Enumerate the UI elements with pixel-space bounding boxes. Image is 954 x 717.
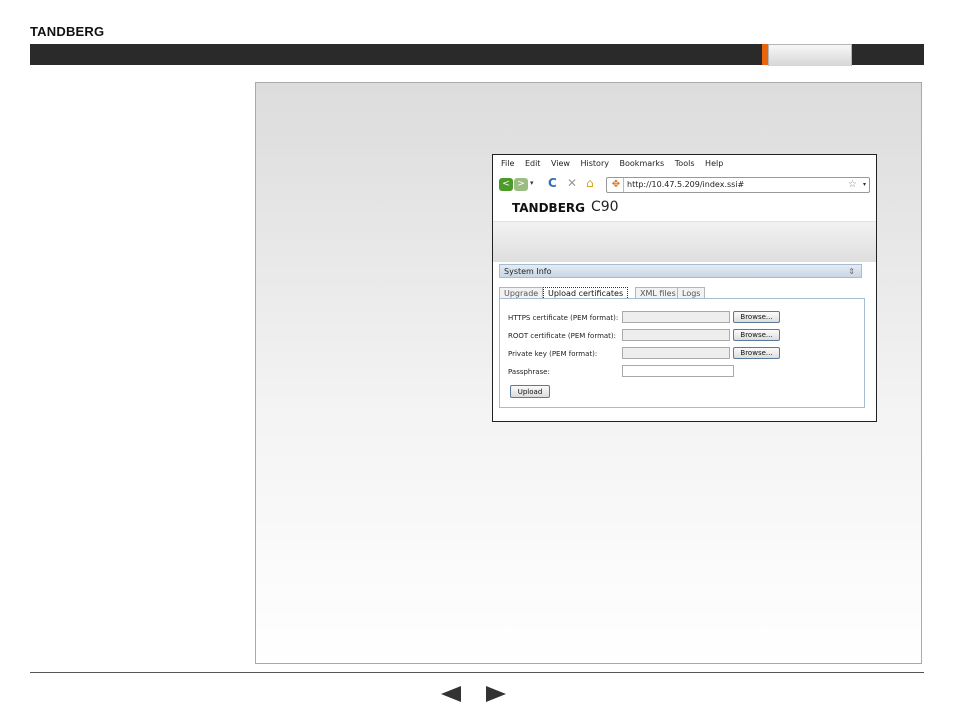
private-key-label: Private key (PEM format): [508,350,598,358]
header-bar [30,44,924,66]
menu-history[interactable]: History [581,159,609,168]
upload-form: HTTPS certificate (PEM format): Browse..… [499,298,865,408]
section-title: System Info [504,267,552,276]
reload-icon[interactable]: C [548,176,557,190]
menu-tools[interactable]: Tools [675,159,695,168]
https-cert-browse-button[interactable]: Browse... [733,311,780,323]
passphrase-label: Passphrase: [508,368,550,376]
browser-navbar: < > ▾ C ✕ ⌂ ✥ http://10.47.5.209/index.s… [493,174,876,196]
browser-menubar: File Edit View History Bookmarks Tools H… [493,155,876,172]
private-key-input[interactable] [622,347,730,359]
passphrase-input[interactable] [622,365,734,377]
footer-divider [30,672,924,673]
collapse-toggle-icon[interactable]: ⇕ [848,265,855,279]
menu-bookmarks[interactable]: Bookmarks [620,159,665,168]
url-text[interactable]: http://10.47.5.209/index.ssi# [627,178,744,192]
root-cert-input[interactable] [622,329,730,341]
header-tab[interactable] [768,44,852,66]
app-header-band [493,221,876,262]
brand-logo: TANDBERG [30,24,105,39]
menu-edit[interactable]: Edit [525,159,541,168]
bookmark-star-icon[interactable]: ☆ [848,178,857,192]
app-logo: TANDBERG [512,201,585,215]
root-cert-browse-button[interactable]: Browse... [733,329,780,341]
menu-help[interactable]: Help [705,159,723,168]
browser-screenshot: File Edit View History Bookmarks Tools H… [492,154,877,422]
site-identity-icon[interactable]: ✥ [609,178,624,192]
section-header-system-info[interactable]: System Info ⇕ [499,264,862,278]
menu-file[interactable]: File [501,159,514,168]
back-arrow-icon[interactable]: < [499,178,513,191]
https-cert-input[interactable] [622,311,730,323]
address-bar[interactable]: ✥ http://10.47.5.209/index.ssi# ☆ ▾ [606,177,870,193]
home-icon[interactable]: ⌂ [586,176,594,190]
history-dropdown-icon[interactable]: ▾ [530,179,534,187]
private-key-browse-button[interactable]: Browse... [733,347,780,359]
forward-arrow-icon[interactable]: > [514,178,528,191]
stop-icon[interactable]: ✕ [567,176,577,190]
url-dropdown-icon[interactable]: ▾ [863,178,866,192]
https-cert-label: HTTPS certificate (PEM format): [508,314,619,322]
triangle-left-icon[interactable] [441,686,461,702]
menu-view[interactable]: View [551,159,570,168]
app-model: C90 [591,199,619,215]
root-cert-label: ROOT certificate (PEM format): [508,332,617,340]
triangle-right-icon[interactable] [486,686,506,702]
upload-button[interactable]: Upload [510,385,550,398]
